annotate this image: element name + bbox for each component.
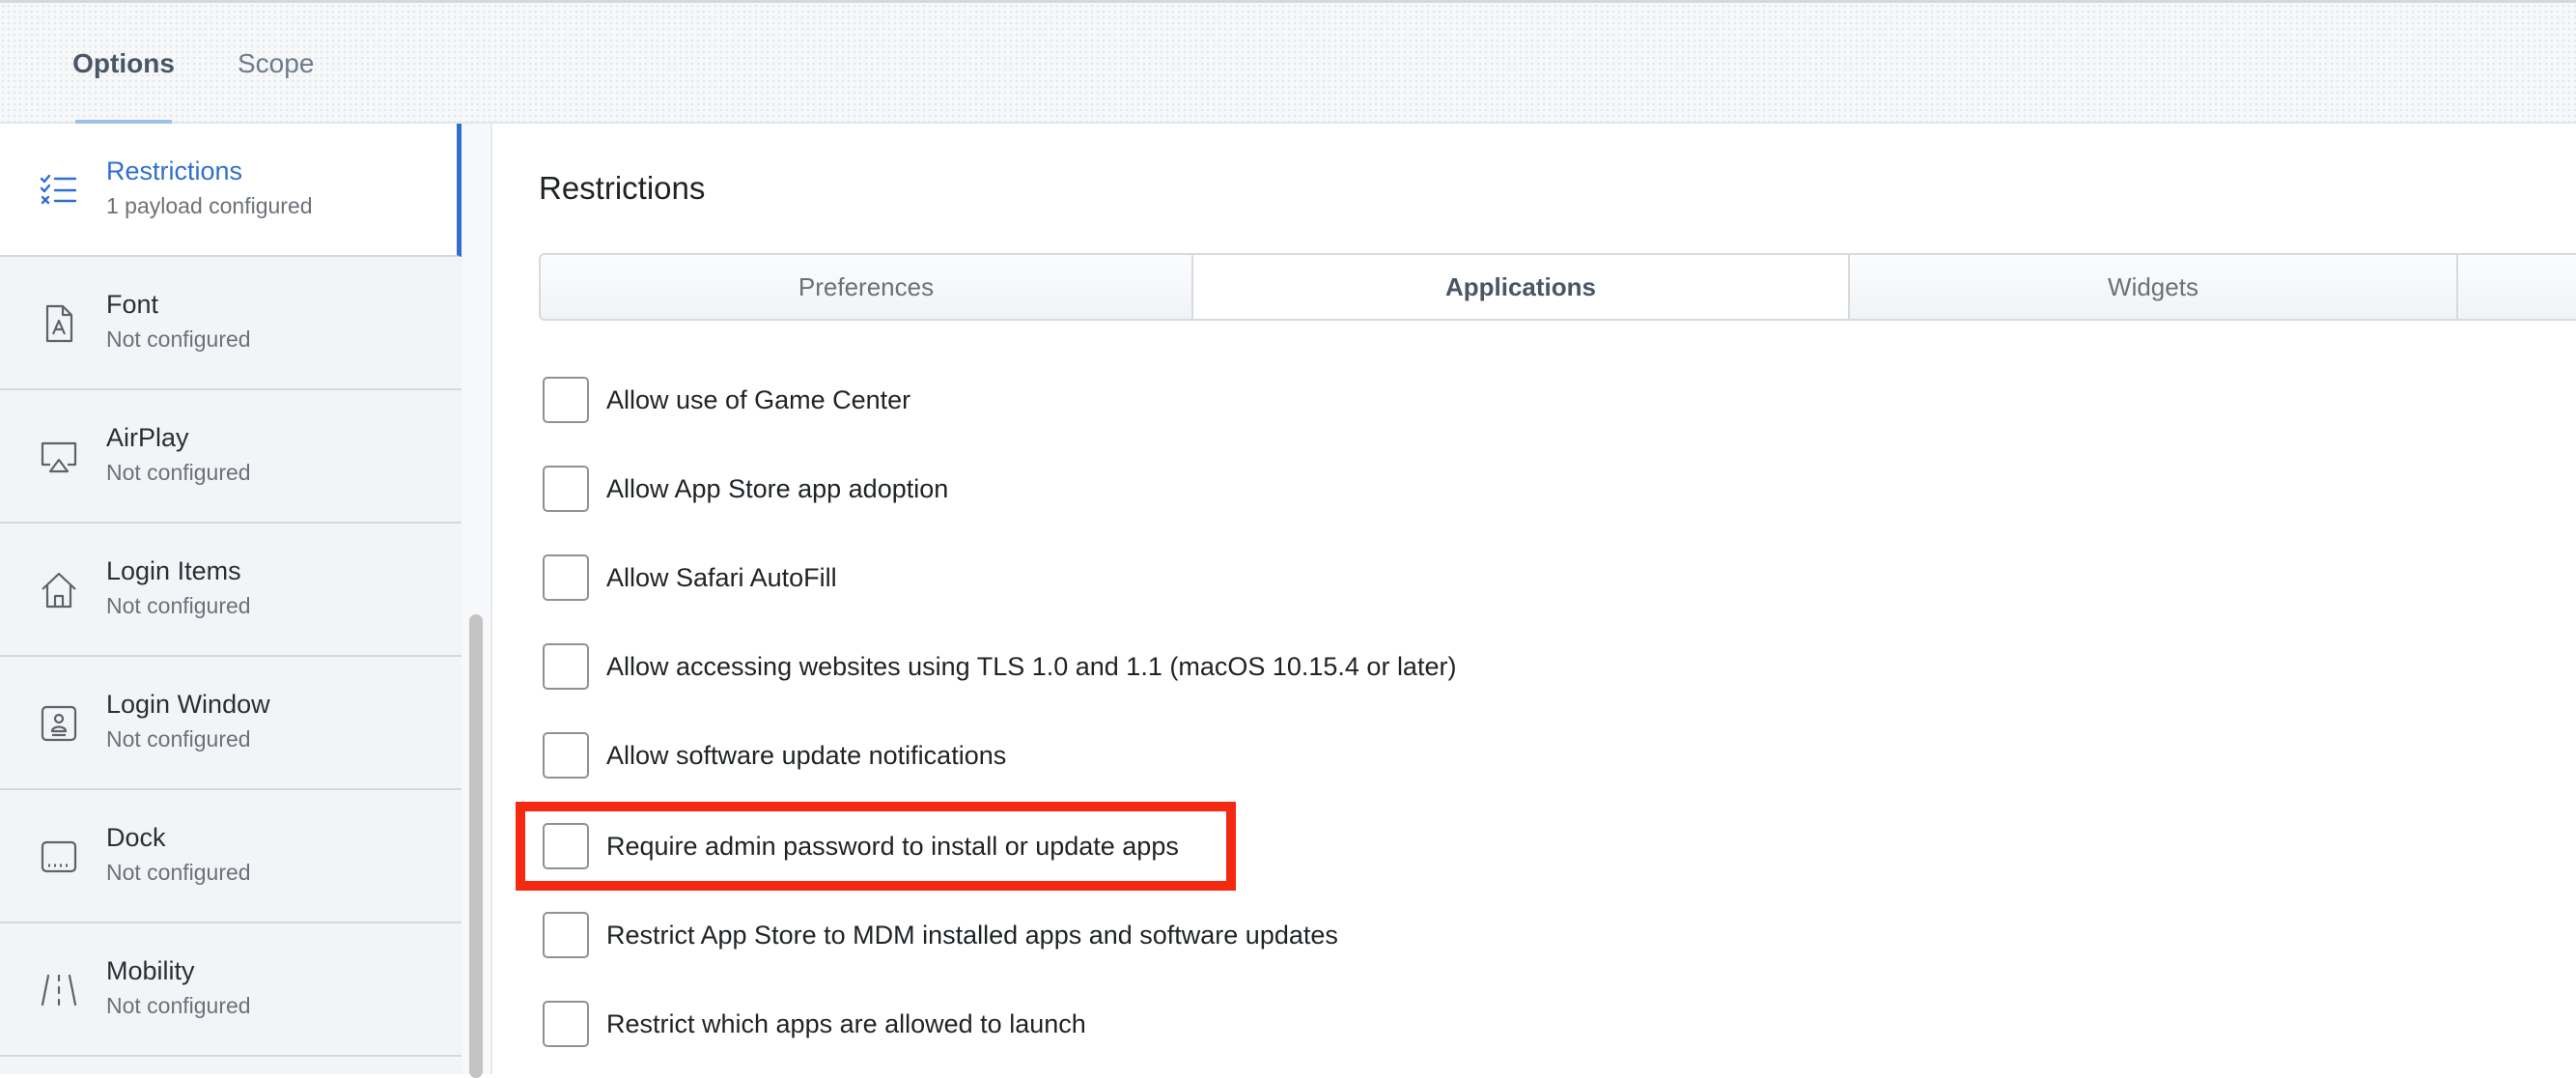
sidebar-item-title: Restrictions [106, 156, 243, 185]
sidebar-item-login-window[interactable]: Login Window Not configured [0, 657, 462, 790]
home-icon [39, 570, 79, 610]
sidebar-item-status: Not configured [106, 860, 251, 885]
sidebar-item-title: Font [106, 290, 159, 319]
sidebar-scrollbar[interactable] [462, 124, 492, 1078]
segmented-tabs: Preferences Applications Widgets [539, 253, 2576, 321]
sidebar-item-status: Not configured [106, 326, 251, 352]
segment-applications[interactable]: Applications [1193, 255, 1850, 319]
sidebar-item-title: AirPlay [106, 423, 189, 452]
mobility-road-icon [39, 970, 79, 1010]
option-require-admin-password[interactable]: Require admin password to install or upd… [543, 823, 1179, 869]
option-label: Restrict App Store to MDM installed apps… [606, 920, 1338, 950]
option-label: Restrict which apps are allowed to launc… [606, 1008, 1086, 1038]
checkbox[interactable] [543, 554, 589, 601]
sidebar-item-title: Mobility [106, 956, 195, 985]
option-label: Allow Safari AutoFill [606, 562, 837, 592]
option-restrict-apps-allowed-to-launch[interactable]: Restrict which apps are allowed to launc… [543, 1001, 1086, 1047]
checkbox[interactable] [543, 643, 589, 690]
sidebar-item-title: Login Window [106, 690, 270, 719]
option-label: Allow App Store app adoption [606, 473, 949, 503]
option-allow-app-store-app-adoption[interactable]: Allow App Store app adoption [543, 466, 948, 512]
top-tab-bar: Options Scope [0, 0, 2576, 125]
option-allow-game-center[interactable]: Allow use of Game Center [543, 377, 910, 423]
option-label: Allow accessing websites using TLS 1.0 a… [606, 651, 1457, 681]
checkbox[interactable] [543, 912, 589, 958]
option-allow-safari-autofill[interactable]: Allow Safari AutoFill [543, 554, 837, 601]
sidebar-scrollbar-thumb[interactable] [469, 614, 483, 1078]
option-allow-tls-1-0-1-1[interactable]: Allow accessing websites using TLS 1.0 a… [543, 643, 1456, 690]
tab-scope[interactable]: Scope [238, 3, 314, 125]
sidebar-item-mobility[interactable]: Mobility Not configured [0, 923, 462, 1057]
option-label: Require admin password to install or upd… [606, 831, 1179, 861]
sidebar-item-status: Not configured [106, 726, 251, 752]
checkbox[interactable] [543, 1001, 589, 1047]
segment-next[interactable] [2458, 255, 2576, 319]
checkbox[interactable] [543, 466, 589, 512]
sidebar-item-dock[interactable]: Dock Not configured [0, 790, 462, 923]
sidebar-item-restrictions[interactable]: Restrictions 1 payload configured [0, 124, 462, 257]
segment-preferences[interactable]: Preferences [541, 255, 1193, 319]
login-window-icon [39, 703, 79, 744]
option-label: Allow software update notifications [606, 740, 1007, 770]
segment-widgets[interactable]: Widgets [1850, 255, 2458, 319]
option-label: Allow use of Game Center [606, 384, 911, 414]
tab-options[interactable]: Options [72, 3, 175, 125]
restrictions-checklist-icon [39, 170, 79, 211]
restrictions-panel: Restrictions Preferences Applications Wi… [492, 124, 2576, 1074]
airplay-icon [39, 437, 79, 477]
option-restrict-app-store-mdm[interactable]: Restrict App Store to MDM installed apps… [543, 912, 1338, 958]
sidebar-item-login-items[interactable]: Login Items Not configured [0, 524, 462, 657]
sidebar-item-title: Dock [106, 823, 166, 852]
sidebar-item-status: Not configured [106, 993, 251, 1018]
checkbox[interactable] [543, 732, 589, 779]
font-file-icon [39, 303, 79, 344]
panel-title: Restrictions [539, 170, 706, 206]
payload-sidebar: Restrictions 1 payload configured Font N… [0, 124, 462, 1074]
sidebar-item-title: Login Items [106, 556, 241, 585]
dock-icon [39, 837, 79, 877]
sidebar-item-airplay[interactable]: AirPlay Not configured [0, 390, 462, 524]
checkbox[interactable] [543, 823, 589, 869]
sidebar-item-status: Not configured [106, 460, 251, 485]
checkbox[interactable] [543, 377, 589, 423]
sidebar-item-status: Not configured [106, 593, 251, 618]
sidebar-item-status: 1 payload configured [106, 193, 313, 218]
sidebar-item-font[interactable]: Font Not configured [0, 257, 462, 390]
option-allow-software-update-notifications[interactable]: Allow software update notifications [543, 732, 1006, 779]
